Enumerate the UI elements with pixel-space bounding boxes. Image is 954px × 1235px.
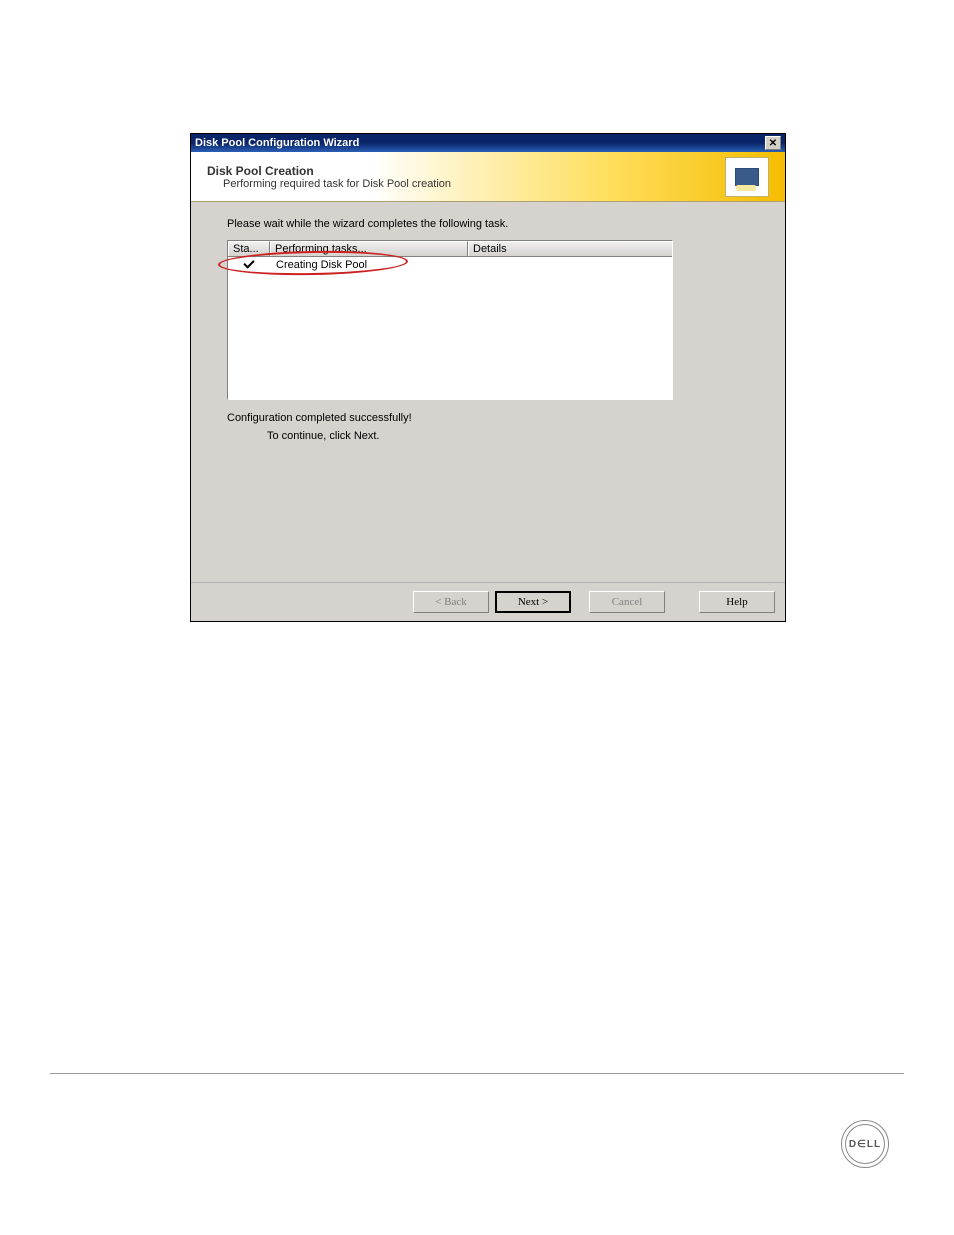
dell-logo-text: D∈LL [845,1124,885,1164]
header-text: Disk Pool Creation Performing required t… [207,164,451,190]
dell-logo: D∈LL [841,1120,889,1168]
checkmark-icon [243,257,254,268]
table-row: Creating Disk Pool [228,257,672,273]
header-title: Disk Pool Creation [207,164,451,178]
disk-pool-icon [725,157,769,197]
button-bar: < Back Next > Cancel Help [191,582,785,621]
next-button[interactable]: Next > [495,591,571,613]
content-area: Please wait while the wizard completes t… [191,202,785,582]
window-title: Disk Pool Configuration Wizard [195,137,359,149]
column-details[interactable]: Details [468,241,672,256]
column-status[interactable]: Sta... [228,241,270,256]
back-button: < Back [413,591,489,613]
help-button[interactable]: Help [699,591,775,613]
continue-hint: To continue, click Next. [227,430,749,442]
task-table: Sta... Performing tasks... Details Creat… [227,240,673,400]
column-tasks[interactable]: Performing tasks... [270,241,468,256]
completion-status: Configuration completed successfully! [227,412,749,424]
wizard-window: Disk Pool Configuration Wizard ✕ Disk Po… [190,133,786,622]
cancel-button: Cancel [589,591,665,613]
status-cell [228,260,270,271]
close-icon[interactable]: ✕ [765,136,781,150]
header-subtitle: Performing required task for Disk Pool c… [207,178,451,190]
instruction-text: Please wait while the wizard completes t… [227,218,749,230]
table-header: Sta... Performing tasks... Details [228,241,672,257]
page-footer-line [50,1073,904,1074]
titlebar: Disk Pool Configuration Wizard ✕ [191,134,785,152]
task-cell: Creating Disk Pool [270,259,468,271]
header-banner: Disk Pool Creation Performing required t… [191,152,785,202]
